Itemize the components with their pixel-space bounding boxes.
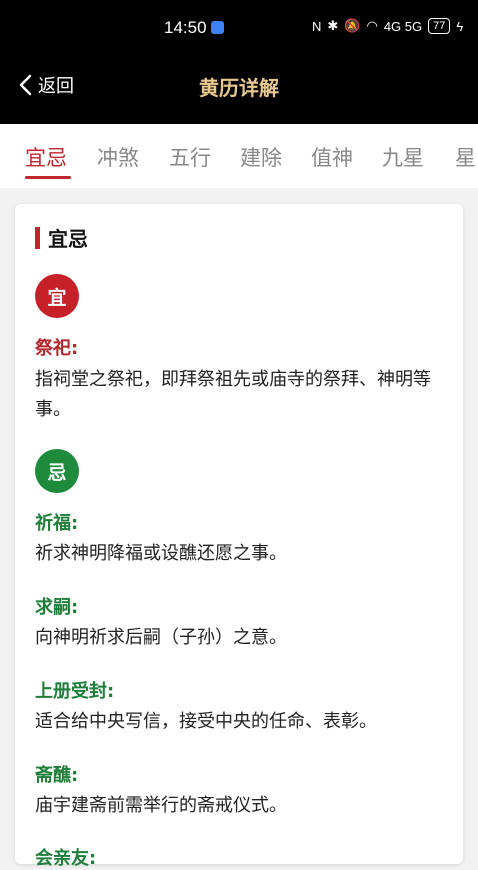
yi-badge: 宜 bbox=[35, 274, 79, 318]
notification-app-icon bbox=[211, 21, 224, 34]
active-tab-indicator bbox=[25, 176, 71, 179]
battery-icon: 77 bbox=[428, 18, 451, 34]
wifi-icon: ◠ bbox=[366, 18, 378, 33]
back-button[interactable]: 返回 bbox=[18, 72, 74, 98]
tab-chongsha[interactable]: 冲煞 bbox=[97, 142, 139, 172]
mute-icon: 🔕 bbox=[344, 18, 361, 33]
ji-desc: 适合给中央写信，接受中央的任命、表彰。 bbox=[35, 711, 377, 732]
section-marker bbox=[35, 227, 40, 249]
tab-wuxing[interactable]: 五行 bbox=[169, 142, 211, 172]
nfc-icon: N bbox=[312, 18, 322, 34]
ji-term: 会亲友: bbox=[35, 848, 97, 869]
section-title: 宜忌 bbox=[48, 227, 88, 251]
ji-badge: 忌 bbox=[35, 449, 79, 493]
bluetooth-icon: ✱ bbox=[327, 18, 339, 33]
tab-jiuxing[interactable]: 九星 bbox=[382, 142, 424, 172]
yi-desc: 指祠堂之祭祀，即拜祭祖先或庙寺的祭拜、神明等事。 bbox=[35, 369, 431, 420]
tab-zhishen[interactable]: 值神 bbox=[311, 142, 353, 172]
signal-icon: 4G 5G bbox=[383, 18, 423, 34]
ji-desc: 祈求神明降福或设醮还愿之事。 bbox=[35, 543, 287, 564]
app-header: 14:50 N ✱ 🔕 ◠ 4G 5G 77 ϟ 返回 黄历详解 bbox=[0, 0, 478, 124]
ji-desc: 向神明祈求后嗣（子孙）之意。 bbox=[35, 627, 287, 648]
ji-desc: 庙宇建斋前需举行的斋戒仪式。 bbox=[35, 795, 287, 816]
status-time: 14:50 bbox=[164, 18, 207, 37]
back-label: 返回 bbox=[38, 76, 74, 97]
tab-yiji[interactable]: 宜忌 bbox=[25, 142, 67, 172]
tab-bar: 宜忌 冲煞 五行 建除 值神 九星 星 bbox=[0, 124, 478, 188]
tab-jianchu[interactable]: 建除 bbox=[240, 142, 282, 172]
ji-term: 祈福: bbox=[35, 513, 79, 534]
ji-term: 上册受封: bbox=[35, 681, 115, 702]
tab-xing[interactable]: 星 bbox=[455, 142, 476, 172]
chevron-left-icon bbox=[19, 74, 32, 96]
ji-term: 求嗣: bbox=[35, 597, 79, 618]
status-icons: N ✱ 🔕 ◠ 4G 5G 77 ϟ bbox=[312, 18, 463, 34]
yiji-card: 宜忌 宜 祭祀: 指祠堂之祭祀，即拜祭祖先或庙寺的祭拜、神明等事。 忌 祈福: … bbox=[15, 204, 463, 869]
yi-term: 祭祀: bbox=[35, 338, 79, 359]
ji-term: 斋醮: bbox=[35, 765, 79, 786]
charging-icon: ϟ bbox=[456, 18, 464, 34]
